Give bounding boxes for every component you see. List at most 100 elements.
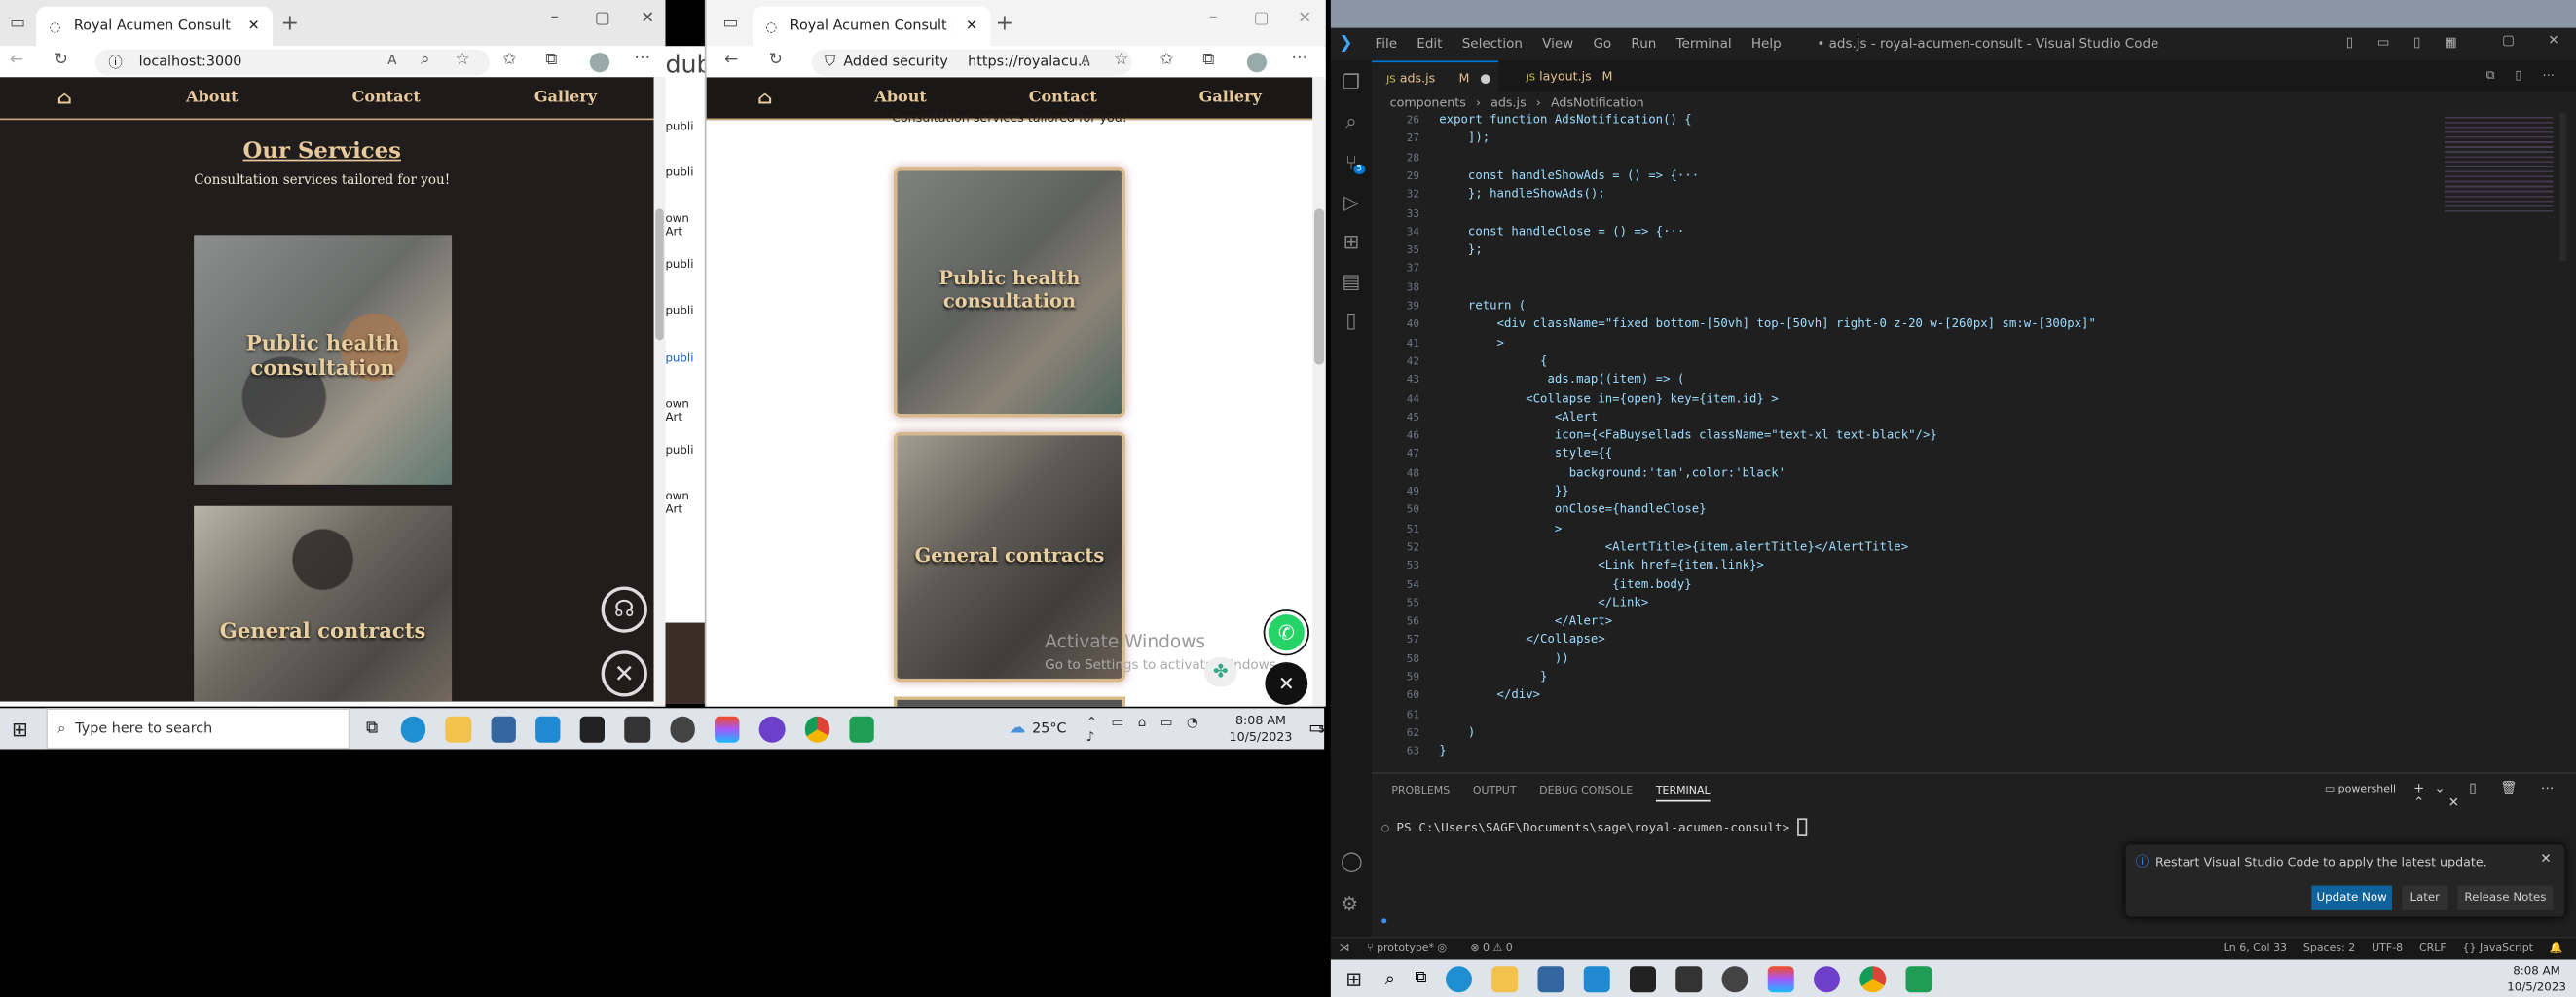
panel-actions[interactable]: +⌄ ▯ 🗑 ⋯ ⌃ ✕ bbox=[2413, 781, 2576, 810]
vscode-icon[interactable] bbox=[534, 715, 561, 742]
home-icon[interactable]: ⌂ bbox=[57, 87, 73, 108]
task-view-icon[interactable]: ⧉ bbox=[366, 720, 378, 738]
scrollbar[interactable] bbox=[653, 77, 666, 707]
minimize-icon[interactable]: – bbox=[1209, 9, 1217, 26]
panel-tab-terminal[interactable]: TERMINAL bbox=[1655, 784, 1711, 802]
tab-actions-icon[interactable]: ▭ bbox=[723, 16, 739, 33]
refresh-icon[interactable]: ↻ bbox=[769, 52, 783, 69]
virtualbox-icon[interactable] bbox=[1538, 965, 1565, 992]
menu-go[interactable]: Go bbox=[1593, 36, 1611, 51]
close-window-icon[interactable]: ✕ bbox=[641, 11, 654, 28]
panel-tab-debug[interactable]: DEBUG CONSOLE bbox=[1539, 784, 1633, 802]
minimap[interactable] bbox=[2445, 113, 2554, 212]
close-ads-button[interactable]: ✕ bbox=[601, 650, 647, 697]
terminal-shell[interactable]: ▭ powershell bbox=[2325, 782, 2396, 795]
favorite-icon[interactable]: ☆ bbox=[455, 52, 469, 69]
release-notes-button[interactable]: Release Notes bbox=[2457, 885, 2554, 910]
cursor-position[interactable]: Ln 6, Col 33 bbox=[2224, 942, 2287, 955]
problems-status[interactable]: ⊗ 0 ⚠ 0 bbox=[1470, 942, 1512, 955]
nav-about[interactable]: About bbox=[186, 89, 238, 107]
language-mode[interactable]: {} JavaScript bbox=[2463, 942, 2533, 955]
start-button[interactable]: ⊞ bbox=[12, 718, 46, 741]
editor-actions[interactable]: ⧉ ▯ ⋯ bbox=[2486, 67, 2563, 84]
account-icon[interactable]: ◯ bbox=[1341, 849, 1363, 872]
weather-icon[interactable]: ☁ bbox=[1009, 720, 1025, 738]
close-toast-icon[interactable]: ✕ bbox=[2540, 851, 2551, 866]
url-field[interactable]: ⓘ localhost:3000 bbox=[94, 49, 490, 76]
close-window-icon[interactable]: ✕ bbox=[2548, 33, 2558, 48]
clock[interactable]: 8:08 AM 10/5/2023 bbox=[1230, 713, 1293, 746]
tab-actions-icon[interactable]: ▭ bbox=[10, 16, 25, 33]
github-icon[interactable] bbox=[759, 715, 785, 742]
obs-icon[interactable] bbox=[670, 715, 695, 742]
menu-help[interactable]: Help bbox=[1751, 36, 1782, 51]
menu-run[interactable]: Run bbox=[1631, 36, 1656, 51]
bell-icon[interactable]: 🔔 bbox=[2550, 942, 2563, 955]
weather-temp[interactable]: 25°C bbox=[1032, 720, 1066, 737]
nav-contact[interactable]: Contact bbox=[1029, 89, 1097, 107]
scroll-thumb[interactable] bbox=[655, 208, 664, 341]
remote-icon[interactable]: ⋊ bbox=[1339, 942, 1349, 955]
edge-icon[interactable] bbox=[400, 715, 426, 742]
scroll-thumb[interactable] bbox=[1314, 208, 1325, 365]
close-tab-icon[interactable]: ✕ bbox=[248, 18, 260, 35]
ads-icon[interactable]: ✤ bbox=[1203, 657, 1237, 687]
minimize-icon[interactable]: – bbox=[2447, 33, 2453, 48]
virtualbox-icon[interactable] bbox=[490, 715, 516, 742]
collections-icon[interactable]: ⧉ bbox=[545, 52, 557, 69]
maximize-icon[interactable]: ▢ bbox=[2502, 33, 2515, 48]
nav-about[interactable]: About bbox=[874, 89, 926, 107]
read-aloud-icon[interactable]: A bbox=[387, 54, 396, 68]
unsaved-dot-icon[interactable]: ● bbox=[1480, 71, 1490, 86]
obs-icon[interactable] bbox=[1722, 965, 1749, 992]
maximize-icon[interactable]: ▢ bbox=[595, 11, 610, 28]
menu-icon[interactable]: ⋯ bbox=[1291, 50, 1307, 67]
file-explorer-icon[interactable] bbox=[445, 715, 471, 742]
branch-status[interactable]: ⑂ prototype* ◎ bbox=[1367, 942, 1447, 955]
refresh-icon[interactable]: ↻ bbox=[55, 52, 68, 69]
panel-tab-problems[interactable]: PROBLEMS bbox=[1391, 784, 1450, 802]
support-button[interactable]: ☊ bbox=[601, 586, 647, 633]
favorite-icon[interactable]: ☆ bbox=[1114, 52, 1128, 69]
app-p-icon[interactable] bbox=[1630, 965, 1657, 992]
indentation[interactable]: Spaces: 2 bbox=[2303, 942, 2355, 955]
line-ending[interactable]: CRLF bbox=[2419, 942, 2447, 955]
favorites-icon[interactable]: ✩ bbox=[502, 52, 516, 69]
menu-terminal[interactable]: Terminal bbox=[1676, 36, 1732, 51]
profile-avatar[interactable] bbox=[1246, 53, 1268, 73]
menu-file[interactable]: File bbox=[1375, 36, 1397, 51]
editor-scrollbar[interactable] bbox=[2559, 113, 2566, 262]
chrome-icon[interactable] bbox=[1859, 965, 1887, 992]
chrome-icon[interactable] bbox=[804, 715, 830, 742]
settings-gear-icon[interactable]: ⚙ bbox=[1341, 892, 1358, 915]
home-icon[interactable]: ⌂ bbox=[757, 87, 773, 108]
nav-contact[interactable]: Contact bbox=[352, 89, 421, 107]
terminal-prompt[interactable]: ○ PS C:\Users\SAGE\Documents\sage\royal-… bbox=[1381, 818, 1808, 836]
menu-icon[interactable]: ⋯ bbox=[634, 50, 650, 67]
edge-icon[interactable] bbox=[1446, 965, 1473, 992]
vscode-icon[interactable] bbox=[1584, 965, 1611, 992]
new-tab-icon[interactable]: + bbox=[281, 14, 299, 35]
terminal-icon[interactable] bbox=[1675, 965, 1703, 992]
update-now-button[interactable]: Update Now bbox=[2311, 885, 2392, 910]
maximize-icon[interactable]: ▢ bbox=[1254, 11, 1270, 28]
browser-tab[interactable]: ◌ Royal Acumen Consult | Home ✕ bbox=[752, 6, 991, 47]
editor-tab[interactable]: JS layout.js M bbox=[1512, 60, 1643, 92]
explorer-icon[interactable]: ❐ bbox=[1331, 71, 1372, 94]
app-p-icon[interactable] bbox=[579, 715, 606, 742]
close-ads-button[interactable]: ✕ bbox=[1265, 662, 1308, 705]
menu-selection[interactable]: Selection bbox=[1462, 36, 1523, 51]
clock[interactable]: 8:08 AM 10/5/2023 bbox=[2507, 962, 2566, 995]
zoom-icon[interactable]: ⌕ bbox=[421, 52, 429, 69]
collections-icon[interactable]: ⧉ bbox=[1202, 52, 1214, 69]
close-tab-icon[interactable]: ✕ bbox=[966, 18, 977, 35]
task-view-icon[interactable]: ⧉ bbox=[1415, 970, 1426, 988]
editor-tab-active[interactable]: JS ads.js M ● bbox=[1372, 60, 1498, 92]
app-green-icon[interactable] bbox=[849, 715, 875, 742]
encoding[interactable]: UTF-8 bbox=[2372, 942, 2403, 955]
whatsapp-button[interactable]: ✆ bbox=[1265, 610, 1308, 654]
back-icon[interactable]: ← bbox=[724, 52, 738, 69]
notifications-icon[interactable]: ▭ 5 bbox=[1308, 720, 1325, 738]
new-tab-icon[interactable]: + bbox=[996, 14, 1013, 35]
back-icon[interactable]: ← bbox=[10, 52, 23, 69]
